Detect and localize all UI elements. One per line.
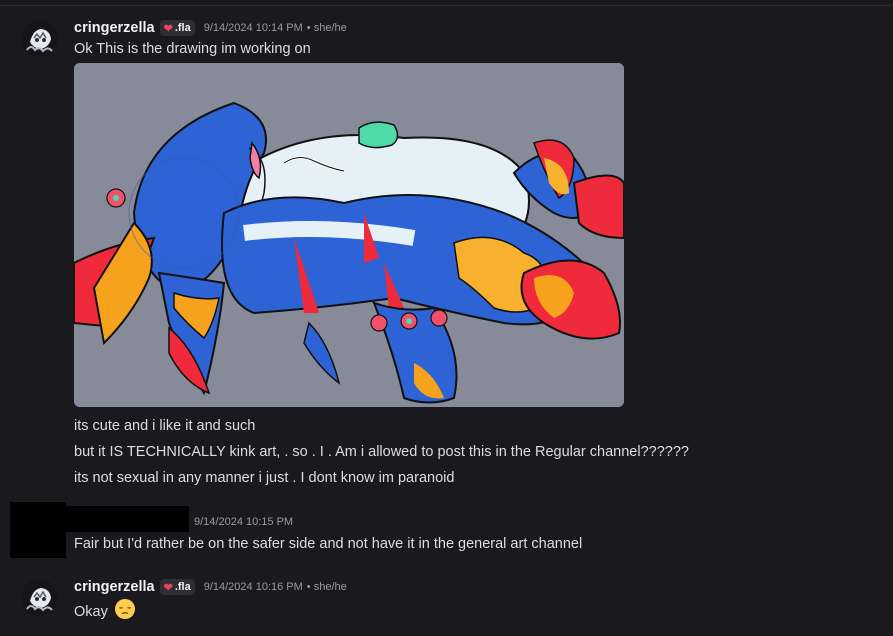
message-text: Okay — [74, 603, 108, 620]
pronouns: • she/he — [306, 581, 347, 593]
message-text: but it IS TECHNICALLY kink art, . so . I… — [74, 444, 689, 460]
timestamp[interactable]: 9/14/2024 10:14 PM — [204, 22, 303, 34]
message-text: Ok This is the drawing im working on — [74, 41, 311, 57]
server-tag[interactable]: ❤ .fla — [159, 20, 195, 36]
server-tag-label: .fla — [174, 22, 191, 34]
avatar[interactable] — [21, 579, 58, 616]
timestamp[interactable]: 9/14/2024 10:16 PM — [204, 581, 303, 593]
message-line: Okay — [74, 598, 136, 626]
username[interactable]: cringerzella — [74, 20, 155, 36]
heart-icon: ❤ — [163, 581, 173, 594]
server-tag[interactable]: ❤ .fla — [159, 579, 195, 595]
drawing-image — [74, 63, 624, 407]
top-divider — [0, 5, 893, 6]
message-text: its cute and i like it and such — [74, 418, 256, 434]
redacted-username — [66, 506, 189, 532]
heart-icon: ❤ — [163, 22, 173, 35]
message-text: Fair but I'd rather be on the safer side… — [74, 536, 583, 552]
avatar[interactable] — [21, 20, 58, 57]
redacted-avatar — [10, 502, 66, 558]
pronouns: • she/he — [306, 22, 347, 34]
timestamp[interactable]: 9/14/2024 10:15 PM — [194, 516, 293, 528]
server-tag-label: .fla — [174, 581, 191, 593]
image-attachment[interactable] — [74, 63, 624, 407]
message-text: its not sexual in any manner i just . I … — [74, 470, 455, 486]
username[interactable]: cringerzella — [74, 579, 155, 595]
pensive-face-emoji[interactable] — [114, 598, 136, 626]
